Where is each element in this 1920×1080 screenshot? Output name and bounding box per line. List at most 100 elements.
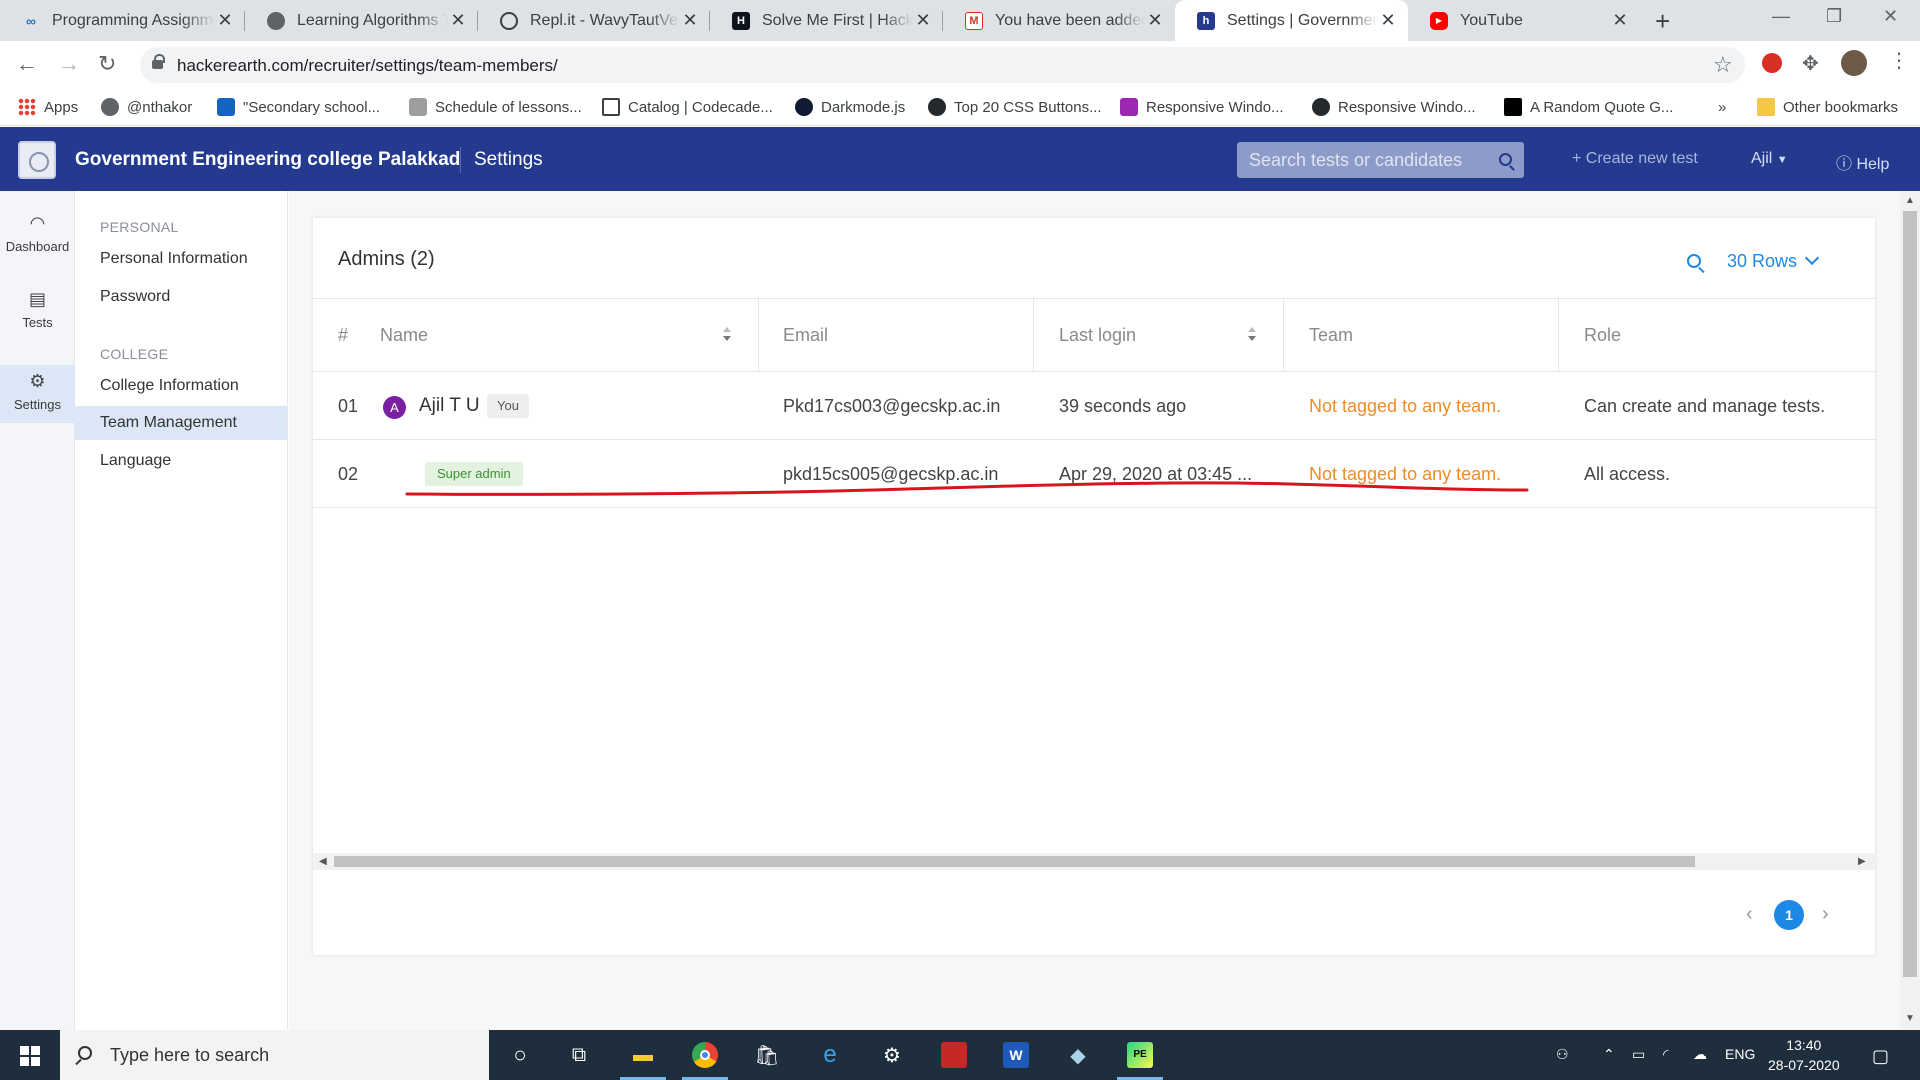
rail-item-tests[interactable]: ▤ Tests [0, 289, 75, 345]
you-badge: You [487, 394, 529, 418]
browser-tab[interactable]: Learning Algorithms Th ✕ [245, 0, 478, 41]
browser-tab[interactable]: ▶ YouTube ✕ [1408, 0, 1640, 41]
rows-per-page-dropdown[interactable]: 30 Rows [1727, 250, 1820, 272]
site-icon [1120, 98, 1138, 116]
column-header-last-login[interactable]: Last login [1059, 299, 1136, 371]
chrome-icon[interactable] [682, 1040, 728, 1080]
minimize-icon[interactable]: — [1772, 6, 1790, 27]
search-icon[interactable] [1499, 153, 1512, 166]
scrollbar-thumb[interactable] [1903, 211, 1917, 977]
table-search-icon[interactable] [1687, 254, 1701, 268]
battery-icon[interactable]: ▭ [1632, 1046, 1645, 1063]
other-bookmarks[interactable]: Other bookmarks [1757, 88, 1898, 126]
new-tab-icon[interactable]: + [1655, 6, 1670, 37]
bookmark-item[interactable]: "Secondary school... [217, 88, 380, 126]
search-input[interactable] [1237, 142, 1487, 178]
nav-item-personal-information[interactable]: Personal Information [75, 242, 287, 276]
profile-avatar[interactable] [1841, 50, 1867, 76]
bookmark-item[interactable]: Schedule of lessons... [409, 88, 582, 126]
taskbar-search-box[interactable]: Type here to search [60, 1030, 489, 1080]
scroll-left-icon[interactable]: ◀ [319, 856, 327, 867]
page-number-current[interactable]: 1 [1774, 900, 1804, 930]
window-close-icon[interactable]: ✕ [1883, 6, 1898, 27]
sort-icon[interactable] [723, 327, 731, 343]
bookmark-item[interactable]: Catalog | Codecade... [602, 88, 773, 126]
browser-menu-icon[interactable]: ⋮ [1889, 48, 1909, 73]
app-icon[interactable]: ◆ [1063, 1040, 1093, 1070]
browser-tab[interactable]: M You have been added a ✕ [943, 0, 1175, 41]
edge-icon[interactable]: e [815, 1040, 845, 1070]
last-login: 39 seconds ago [1059, 396, 1187, 416]
table-row[interactable]: 01 A Ajil T U You Pkd17cs003@gecskp.ac.i… [313, 372, 1875, 440]
previous-page-icon[interactable]: ‹ [1746, 903, 1753, 926]
people-icon[interactable]: ⚇ [1556, 1046, 1569, 1063]
browser-tab[interactable]: Repl.it - WavyTautVerifi ✕ [478, 0, 710, 41]
onedrive-icon[interactable]: ☁ [1693, 1046, 1707, 1063]
back-arrow-icon[interactable]: ← [16, 51, 38, 77]
store-icon[interactable]: 🛍 [752, 1040, 782, 1070]
reload-icon[interactable]: ↻ [98, 51, 116, 77]
dot-icon [795, 98, 813, 116]
bookmark-label: A Random Quote G... [1530, 98, 1674, 116]
scroll-up-icon[interactable]: ▲ [1905, 195, 1915, 206]
wifi-icon[interactable]: ◜ [1663, 1046, 1668, 1063]
create-new-test-button[interactable]: + Create new test [1572, 150, 1698, 168]
close-tab-icon[interactable]: ✕ [1378, 10, 1398, 31]
browser-tab[interactable]: ∞ Programming Assignm ✕ [0, 0, 245, 41]
restore-icon[interactable]: ❐ [1826, 6, 1842, 27]
forward-arrow-icon[interactable]: → [58, 51, 80, 77]
rail-item-dashboard[interactable]: ◠ Dashboard [0, 213, 75, 269]
cortana-icon[interactable]: ○ [505, 1040, 535, 1070]
settings-gear-icon[interactable]: ⚙ [877, 1040, 907, 1070]
notifications-icon[interactable]: ▢ [1872, 1046, 1889, 1067]
vertical-scrollbar[interactable]: ▲ ▼ [1900, 191, 1920, 1030]
close-tab-icon[interactable]: ✕ [215, 10, 235, 31]
address-bar[interactable]: hackerearth.com/recruiter/settings/team-… [140, 47, 1745, 83]
sort-icon[interactable] [1248, 327, 1256, 343]
acrobat-icon[interactable] [939, 1040, 969, 1070]
browser-tab[interactable]: H Solve Me First | Hacker ✕ [710, 0, 943, 41]
chevron-up-icon[interactable]: ⌃ [1603, 1046, 1615, 1063]
bookmark-item[interactable]: Top 20 CSS Buttons... [928, 88, 1102, 126]
college-name[interactable]: Government Engineering college Palakkad [75, 149, 460, 171]
scrollbar-thumb[interactable] [334, 856, 1695, 867]
browser-tab-active[interactable]: h Settings | Government ✕ [1175, 0, 1408, 41]
nav-item-college-information[interactable]: College Information [75, 369, 287, 403]
rail-item-settings[interactable]: ⚙ Settings [0, 365, 75, 423]
scroll-down-icon[interactable]: ▼ [1905, 1013, 1915, 1024]
bookmark-item[interactable]: Responsive Windo... [1120, 88, 1284, 126]
next-page-icon[interactable]: › [1822, 903, 1829, 926]
bookmark-item[interactable]: Darkmode.js [795, 88, 905, 126]
nav-item-password[interactable]: Password [75, 280, 287, 314]
task-view-icon[interactable]: ⧉ [564, 1040, 594, 1070]
bookmark-apps[interactable]: Apps [18, 88, 78, 126]
user-menu[interactable]: Ajil ▼ [1751, 150, 1788, 168]
file-explorer-icon[interactable]: ▬ [620, 1040, 666, 1080]
pycharm-icon[interactable]: PE [1117, 1040, 1163, 1080]
extensions-puzzle-icon[interactable]: ✥ [1802, 51, 1819, 76]
word-icon[interactable]: W [1001, 1040, 1031, 1070]
input-language[interactable]: ENG [1725, 1046, 1755, 1062]
close-tab-icon[interactable]: ✕ [913, 10, 933, 31]
nav-heading-personal: PERSONAL [100, 219, 179, 235]
system-clock[interactable]: 13:40 28-07-2020 [1768, 1035, 1840, 1075]
extension-badge-icon[interactable] [1762, 53, 1782, 73]
column-header-name[interactable]: Name [380, 299, 428, 371]
bookmark-item[interactable]: Responsive Windo... [1312, 88, 1476, 126]
bookmark-item[interactable]: A Random Quote G... [1504, 88, 1673, 126]
close-tab-icon[interactable]: ✕ [448, 10, 468, 31]
close-tab-icon[interactable]: ✕ [680, 10, 700, 31]
windows-start-icon[interactable] [20, 1046, 40, 1066]
close-tab-icon[interactable]: ✕ [1610, 10, 1630, 31]
nav-item-language[interactable]: Language [75, 444, 287, 478]
bookmarks-overflow-button[interactable]: » [1718, 88, 1726, 126]
bookmark-star-icon[interactable]: ☆ [1713, 52, 1733, 78]
college-logo[interactable] [18, 141, 56, 179]
close-tab-icon[interactable]: ✕ [1145, 10, 1165, 31]
help-link[interactable]: ⓘ Help [1836, 150, 1889, 174]
globe-icon [267, 11, 285, 30]
scroll-right-icon[interactable]: ▶ [1858, 856, 1866, 867]
bookmark-item[interactable]: @nthakor [101, 88, 192, 126]
horizontal-scrollbar[interactable]: ◀ ▶ [313, 853, 1875, 870]
nav-item-team-management[interactable]: Team Management [75, 406, 287, 440]
